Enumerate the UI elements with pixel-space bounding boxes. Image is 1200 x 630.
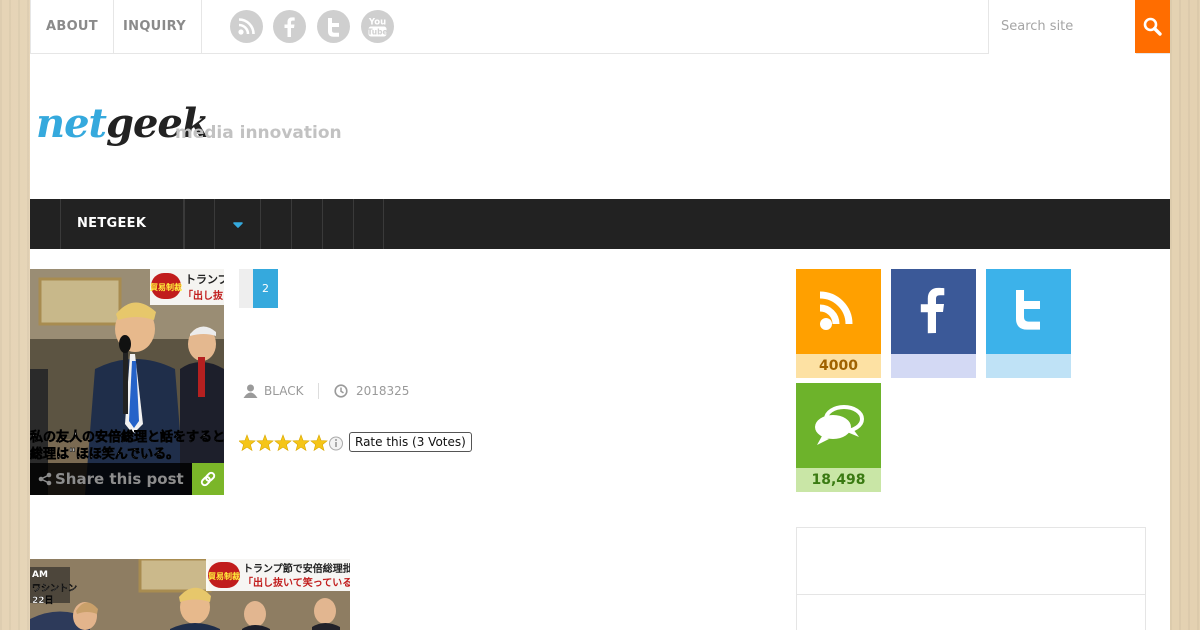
post-image-2: AM ワシントン 22日 貿易制裁 トランプ節で安倍総理批判 「出し抜いて笑って… <box>30 559 350 630</box>
twitter-icon[interactable] <box>317 10 350 43</box>
link-icon <box>200 471 216 487</box>
star-icon[interactable] <box>256 434 274 452</box>
facebook-icon[interactable] <box>273 10 306 43</box>
svg-text:総理は"ほほ笑んでいる。: 総理は"ほほ笑んでいる。 <box>30 446 179 462</box>
rating-stars <box>238 434 343 452</box>
share-icon <box>38 472 52 486</box>
site-tagline: media innovation <box>175 123 342 143</box>
info-icon <box>329 436 343 451</box>
user-icon <box>243 384 258 398</box>
post-thumbnail-2[interactable]: AM ワシントン 22日 貿易制裁 トランプ節で安倍総理批判 「出し抜いて笑って… <box>30 559 350 630</box>
permalink-button[interactable] <box>192 463 224 495</box>
rating-label: Rate this (3 Votes) <box>349 432 472 452</box>
rss-icon <box>819 291 853 330</box>
twitter-counter-widget[interactable] <box>986 269 1071 378</box>
main-navigation: NETGEEK <box>30 199 1170 249</box>
facebook-counter-widget[interactable] <box>891 269 976 378</box>
star-icon[interactable] <box>238 434 256 452</box>
sidebar-widget-box <box>796 527 1146 630</box>
star-icon[interactable] <box>274 434 292 452</box>
svg-text:ワシントン: ワシントン <box>32 583 77 594</box>
svg-text:22日: 22日 <box>32 595 54 606</box>
nav-dropdown-toggle[interactable] <box>214 199 260 249</box>
star-rating[interactable] <box>238 434 349 452</box>
page-container: ABOUT INQUIRY You Tube netgeek <box>30 0 1170 630</box>
rss-tile[interactable] <box>796 269 881 354</box>
nav-item-empty[interactable] <box>322 199 353 249</box>
svg-text:私の友人の安倍総理と話をするとき: 私の友人の安倍総理と話をするとき <box>30 429 224 445</box>
svg-text:「出し抜いて笑っている」: 「出し抜いて笑っている」 <box>243 576 350 589</box>
svg-text:Tube: Tube <box>367 28 387 37</box>
meta-divider <box>318 383 319 399</box>
sidebar-divider <box>797 594 1145 595</box>
twitter-tile[interactable] <box>986 269 1071 354</box>
pagination-prev[interactable] <box>239 269 253 308</box>
nav-item-empty[interactable] <box>260 199 291 249</box>
nav-item-empty[interactable] <box>184 199 214 249</box>
post-date: 2018325 <box>356 384 410 398</box>
search-button[interactable] <box>1135 0 1170 53</box>
star-icon[interactable] <box>310 434 328 452</box>
nav-item-netgeek[interactable]: NETGEEK <box>60 199 184 249</box>
clock-icon <box>334 384 348 398</box>
facebook-tile[interactable] <box>891 269 976 354</box>
facebook-icon <box>920 287 945 334</box>
post-thumbnail[interactable]: 貿易制裁 トランプ 「出し抜い 私の友人の安倍総理と話をするとき 総理は"ほほ笑… <box>30 269 224 495</box>
nav-item-empty[interactable] <box>353 199 384 249</box>
chevron-down-icon <box>233 222 243 228</box>
comments-icon <box>815 405 864 445</box>
rss-icon[interactable] <box>230 10 263 43</box>
share-label: Share this post <box>55 470 184 488</box>
twitter-icon <box>1016 290 1040 330</box>
svg-text:貿易制裁: 貿易制裁 <box>150 282 182 292</box>
post-image: 貿易制裁 トランプ 「出し抜い 私の友人の安倍総理と話をするとき 総理は"ほほ笑… <box>30 269 224 495</box>
svg-text:You: You <box>368 18 386 28</box>
svg-text:貿易制裁: 貿易制裁 <box>208 571 240 581</box>
youtube-icon[interactable]: You Tube <box>361 10 394 43</box>
nav-item-empty[interactable] <box>291 199 322 249</box>
rss-count: 4000 <box>796 354 881 378</box>
nav-link-about[interactable]: ABOUT <box>30 0 114 54</box>
svg-text:「出し抜い: 「出し抜い <box>183 289 224 302</box>
pagination-current[interactable]: 2 <box>253 269 278 308</box>
facebook-count <box>891 354 976 378</box>
search-icon <box>1143 17 1162 36</box>
svg-text:トランプ: トランプ <box>185 272 224 286</box>
star-icon[interactable] <box>292 434 310 452</box>
comments-count: 18,498 <box>796 468 881 492</box>
comments-counter-widget[interactable]: 18,498 <box>796 383 881 492</box>
search-input[interactable] <box>988 0 1136 54</box>
comments-tile[interactable] <box>796 383 881 468</box>
rss-counter-widget[interactable]: 4000 <box>796 269 881 378</box>
post-author[interactable]: BLACK <box>264 383 303 399</box>
svg-text:トランプ節で安倍総理批判: トランプ節で安倍総理批判 <box>243 562 350 575</box>
nav-link-inquiry[interactable]: INQUIRY <box>108 0 202 54</box>
svg-text:AM: AM <box>32 570 48 580</box>
site-logo[interactable]: netgeek media innovation <box>36 100 356 160</box>
twitter-count <box>986 354 1071 378</box>
top-bar: ABOUT INQUIRY You Tube <box>30 0 1170 54</box>
